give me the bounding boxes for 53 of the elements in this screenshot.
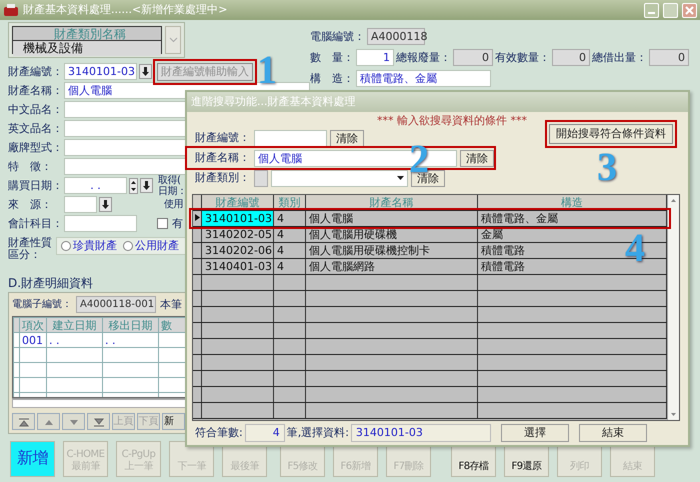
- table-cell: 3140101-03: [202, 211, 274, 226]
- field-label: 本筆: [160, 298, 182, 312]
- table-cell: 4: [274, 211, 306, 226]
- table-cell: 001: [20, 332, 46, 348]
- table-cell: 4: [274, 259, 306, 274]
- field-label: 中文品名：: [8, 102, 62, 116]
- table-cell: 個人電腦網路: [306, 259, 478, 274]
- field-label: 構 造：: [310, 72, 354, 86]
- field-label: 財產類別：: [195, 171, 251, 185]
- table-cell: 個人電腦用硬碟機控制卡: [306, 243, 478, 258]
- dialog-title: 進階搜尋功能...財產基本資料處理: [191, 95, 356, 108]
- column-header: 項次: [20, 318, 46, 333]
- field-label: 總借出量：: [592, 50, 647, 64]
- field-label: 電腦子編號：: [12, 298, 72, 311]
- field-label: 財產編號：: [195, 131, 251, 145]
- field-label: 會計科目：: [8, 216, 62, 230]
- field-label: 財產名稱：: [8, 84, 62, 98]
- field-label: 財產性質區分：: [8, 237, 52, 263]
- field-label: 財產名稱：: [195, 151, 251, 165]
- field-label: 廠牌型式：: [8, 140, 62, 154]
- window-title: 財產基本資料處理......<新增作業處理中>: [23, 3, 228, 17]
- annotation-number: 1: [257, 50, 277, 88]
- field-label: 財產編號：: [8, 64, 62, 78]
- table-cell: 機械及設備: [13, 41, 161, 56]
- section-title: D.財產明細資料: [8, 276, 94, 290]
- selected-value-field: 3140101-03: [350, 424, 491, 442]
- table-cell: 3140202-06: [202, 243, 274, 258]
- annotation-number: 3: [597, 148, 617, 186]
- table-cell: 4: [274, 243, 306, 258]
- field-label: 符合筆數:: [195, 426, 243, 440]
- field-label: 使用: [164, 199, 183, 210]
- field-label: 英文品名：: [8, 122, 62, 136]
- count-field: 4: [244, 424, 285, 442]
- field-label: 總報廢量：: [396, 50, 451, 64]
- column-header: 移出日期: [102, 318, 158, 333]
- heading: *** 輸入欲搜尋資料的條件 ***: [376, 113, 527, 128]
- field-label: 筆,選擇資料:: [286, 426, 349, 440]
- field-label: 有效數量：: [495, 50, 550, 64]
- table-cell: 4: [274, 227, 306, 242]
- column-header: 財產類別名稱: [13, 27, 161, 41]
- field-label: 電腦編號：: [310, 30, 365, 44]
- field-label: 特 徵：: [8, 160, 53, 174]
- field-label: 數 量：: [310, 50, 354, 64]
- table-cell: . .: [102, 332, 158, 348]
- field-label: 來 源：: [8, 198, 53, 212]
- table-cell: 3140401-03: [202, 259, 274, 274]
- column-header: 建立日期: [46, 318, 102, 333]
- table-cell: . .: [46, 332, 102, 348]
- table-cell: 個人電腦用硬碟機: [306, 227, 478, 242]
- table-cell: 個人電腦: [306, 211, 478, 226]
- table-cell: 3140202-05: [202, 227, 274, 242]
- field-label: 購買日期：: [8, 178, 62, 192]
- field-label: 取得( 日期：: [158, 174, 186, 196]
